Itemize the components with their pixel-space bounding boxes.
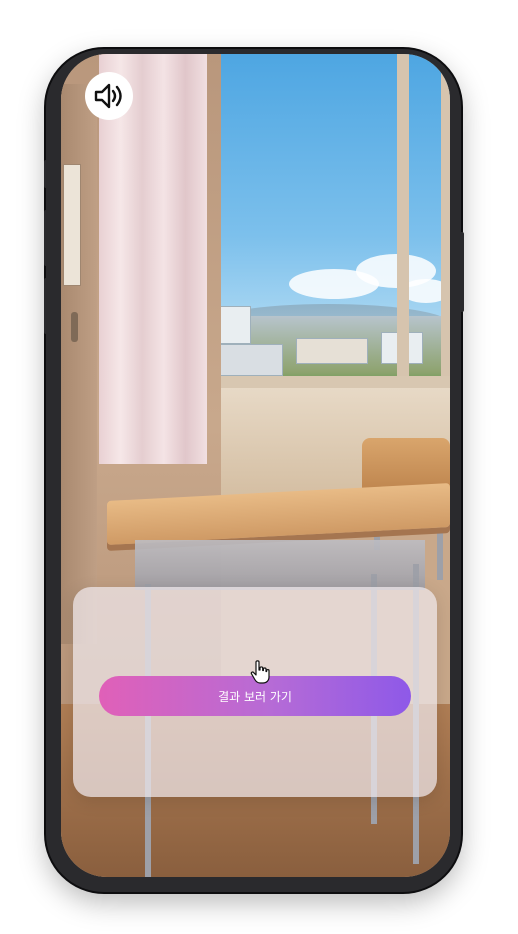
phone-volume-down	[44, 278, 48, 334]
result-card: 결과 보러 가기	[73, 587, 437, 797]
hand-pointer-icon	[250, 660, 270, 684]
phone-mute-switch	[44, 160, 48, 188]
phone-screen: 결과 보러 가기	[61, 54, 450, 877]
phone-volume-up	[44, 210, 48, 266]
phone-power-button	[460, 232, 464, 312]
sound-toggle-button[interactable]	[85, 72, 133, 120]
speaker-volume-icon	[94, 83, 122, 109]
